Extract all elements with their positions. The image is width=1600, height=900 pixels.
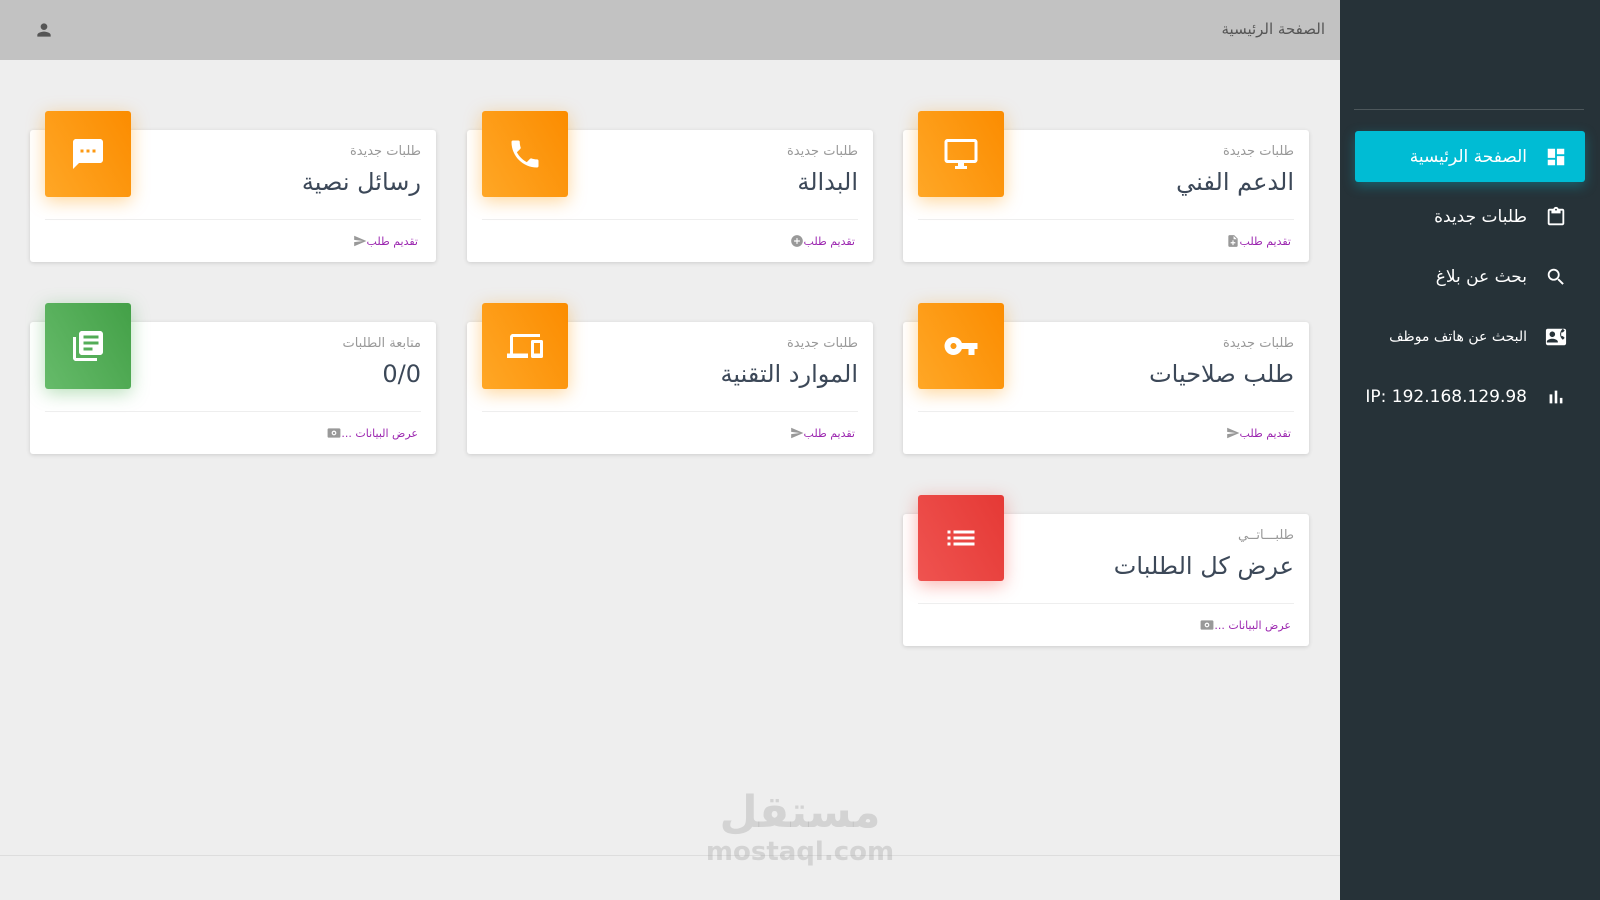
card-footer-link[interactable]: تقديم طلب bbox=[1221, 234, 1291, 248]
phone-icon bbox=[482, 111, 568, 197]
search-icon bbox=[1545, 266, 1567, 288]
card-title: رسائل نصية bbox=[301, 168, 421, 196]
card-title: البدالة bbox=[797, 168, 858, 196]
watermark-arabic: مستقل bbox=[719, 787, 881, 838]
card-footer-link[interactable]: عرض البيانات ... bbox=[1195, 618, 1291, 632]
sidebar-nav: الصفحة الرئيسية طلبات جديدة بحث عن بلاغ … bbox=[1355, 131, 1585, 431]
view-icon bbox=[327, 426, 341, 440]
sidebar-item-label: IP: 192.168.129.98 bbox=[1365, 386, 1527, 407]
sidebar-item-search-report[interactable]: بحث عن بلاغ bbox=[1355, 251, 1585, 302]
card-category: متابعة الطلبات bbox=[342, 336, 421, 351]
card-category: طلبـــاتــي bbox=[1237, 528, 1294, 543]
card-category: طلبات جديدة bbox=[1222, 336, 1294, 351]
dashboard-icon bbox=[1545, 146, 1567, 168]
page-title: الصفحة الرئيسية bbox=[1221, 20, 1326, 38]
bar-chart-icon bbox=[1545, 386, 1567, 408]
card-divider bbox=[918, 603, 1294, 604]
contact-card-icon bbox=[1545, 326, 1567, 348]
card-divider bbox=[482, 411, 858, 412]
card-divider bbox=[918, 411, 1294, 412]
sidebar-item-label: البحث عن هاتف موظف bbox=[1389, 328, 1527, 345]
card-footer-label: تقديم طلب bbox=[803, 234, 855, 248]
card-footer-label: تقديم طلب bbox=[366, 234, 418, 248]
card-all-requests[interactable]: طلبـــاتــي عرض كل الطلبات عرض البيانات … bbox=[903, 495, 1309, 646]
footer-divider bbox=[0, 855, 1340, 856]
sidebar-item-new-requests[interactable]: طلبات جديدة bbox=[1355, 191, 1585, 242]
sidebar-item-label: بحث عن بلاغ bbox=[1435, 266, 1527, 287]
card-title: الموارد التقنية bbox=[720, 360, 858, 388]
card-footer-label: عرض البيانات ... bbox=[1214, 618, 1291, 632]
card-technical-resources[interactable]: طلبات جديدة الموارد التقنية تقديم طلب bbox=[467, 303, 873, 454]
card-permissions-request[interactable]: طلبات جديدة طلب صلاحيات تقديم طلب bbox=[903, 303, 1309, 454]
card-technical-support[interactable]: طلبات جديدة الدعم الفني تقديم طلب bbox=[903, 111, 1309, 262]
file-icon bbox=[1226, 234, 1240, 248]
card-switchboard[interactable]: طلبات جديدة البدالة تقديم طلب bbox=[467, 111, 873, 262]
card-footer-label: تقديم طلب bbox=[803, 426, 855, 440]
watermark-logo: مستقل mostaql.com bbox=[700, 787, 900, 867]
sidebar-item-label: الصفحة الرئيسية bbox=[1409, 146, 1527, 167]
card-title: 0/0 bbox=[382, 360, 421, 388]
add-circle-icon bbox=[790, 234, 804, 248]
card-divider bbox=[482, 219, 858, 220]
card-category: طلبات جديدة bbox=[1222, 144, 1294, 159]
card-title: الدعم الفني bbox=[1176, 168, 1294, 196]
send-icon bbox=[1226, 426, 1240, 440]
list-icon bbox=[918, 495, 1004, 581]
card-footer-label: تقديم طلب bbox=[1239, 234, 1291, 248]
card-footer-link[interactable]: تقديم طلب bbox=[785, 234, 855, 248]
card-category: طلبات جديدة bbox=[786, 144, 858, 159]
library-books-icon bbox=[45, 303, 131, 389]
watermark-latin: mostaql.com bbox=[705, 837, 895, 867]
card-footer-label: عرض البيانات ... bbox=[341, 426, 418, 440]
card-footer-label: تقديم طلب bbox=[1239, 426, 1291, 440]
clipboard-icon bbox=[1545, 206, 1567, 228]
card-divider bbox=[45, 219, 421, 220]
send-icon bbox=[353, 234, 367, 248]
message-icon bbox=[45, 111, 131, 197]
sidebar-item-label: طلبات جديدة bbox=[1434, 206, 1527, 227]
card-footer-link[interactable]: عرض البيانات ... bbox=[322, 426, 418, 440]
card-footer-link[interactable]: تقديم طلب bbox=[785, 426, 855, 440]
sidebar-item-home[interactable]: الصفحة الرئيسية bbox=[1355, 131, 1585, 182]
sidebar-item-ip: IP: 192.168.129.98 bbox=[1355, 371, 1585, 422]
card-category: طلبات جديدة bbox=[349, 144, 421, 159]
card-divider bbox=[45, 411, 421, 412]
person-icon[interactable] bbox=[34, 20, 54, 40]
sidebar: الصفحة الرئيسية طلبات جديدة بحث عن بلاغ … bbox=[1340, 0, 1600, 900]
card-title: طلب صلاحيات bbox=[1149, 360, 1294, 388]
sidebar-item-employee-phone[interactable]: البحث عن هاتف موظف bbox=[1355, 311, 1585, 362]
sidebar-divider bbox=[1354, 109, 1584, 110]
card-requests-tracking[interactable]: متابعة الطلبات 0/0 عرض البيانات ... bbox=[30, 303, 436, 454]
card-text-messages[interactable]: طلبات جديدة رسائل نصية تقديم طلب bbox=[30, 111, 436, 262]
card-footer-link[interactable]: تقديم طلب bbox=[348, 234, 418, 248]
card-footer-link[interactable]: تقديم طلب bbox=[1221, 426, 1291, 440]
card-category: طلبات جديدة bbox=[786, 336, 858, 351]
card-divider bbox=[918, 219, 1294, 220]
card-title: عرض كل الطلبات bbox=[1113, 552, 1294, 580]
send-icon bbox=[790, 426, 804, 440]
view-icon bbox=[1200, 618, 1214, 632]
monitor-icon bbox=[918, 111, 1004, 197]
key-icon bbox=[918, 303, 1004, 389]
devices-icon bbox=[482, 303, 568, 389]
top-navbar: الصفحة الرئيسية bbox=[0, 0, 1340, 60]
